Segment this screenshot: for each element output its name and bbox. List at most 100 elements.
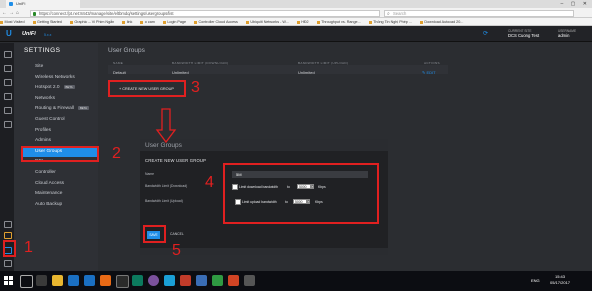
edit-button[interactable]: ✎ EDIT — [422, 70, 436, 75]
sidebar-item-maintenance[interactable]: Maintenance — [21, 189, 97, 200]
clock-time: 15:43 — [555, 274, 566, 279]
sidebar-item-cloud-access[interactable]: Cloud Access — [21, 179, 97, 190]
bookmark-item[interactable]: o cam — [140, 20, 155, 24]
ubiquiti-logo[interactable]: U — [6, 29, 12, 38]
powerpoint-icon[interactable] — [228, 275, 239, 286]
sidebar-item-label: Guest Control — [35, 117, 65, 122]
viber-icon[interactable] — [148, 275, 159, 286]
annotation-box-create-button — [108, 80, 186, 97]
language-indicator[interactable]: ENG — [531, 278, 540, 283]
file-explorer-icon[interactable] — [52, 275, 63, 286]
bookmark-item[interactable]: Login Page — [163, 20, 186, 24]
current-site-selector[interactable]: DCS Cuong Test — [508, 33, 539, 38]
annotation-number-2: 2 — [112, 145, 121, 162]
search-icon: ⌕ — [387, 10, 390, 17]
cell-group-name: Default — [113, 70, 126, 75]
task-view-icon[interactable] — [36, 275, 47, 286]
alerts-icon[interactable] — [4, 221, 12, 228]
statistics-icon[interactable] — [4, 65, 12, 72]
outlook-icon[interactable] — [84, 275, 95, 286]
insights-icon[interactable] — [4, 121, 12, 128]
calculator-icon[interactable] — [116, 275, 129, 288]
sidebar-item-auto-backup[interactable]: Auto Backup — [21, 200, 97, 211]
home-icon[interactable]: ⌂ — [16, 10, 21, 16]
lock-icon — [33, 11, 36, 16]
word-icon[interactable] — [196, 275, 207, 286]
browser-tab[interactable]: UniFi — [6, 0, 80, 8]
down-arrow-shape — [155, 108, 177, 144]
system-clock[interactable]: 15:43 05/17/2017 — [550, 274, 570, 285]
bookmark-item[interactable]: Graphic -- Vi Phim Ngắn — [70, 20, 114, 24]
column-header-download[interactable]: BANDWIDTH LIMIT (DOWNLOAD) — [172, 61, 228, 65]
sidebar-item-label: Wireless Networks — [35, 74, 75, 80]
cell-upload-limit: Unlimited — [298, 70, 315, 75]
unifi-taskbar-icon[interactable] — [244, 275, 255, 286]
excel-icon[interactable] — [212, 275, 223, 286]
window-controls[interactable]: – ▢ ✕ — [561, 0, 590, 8]
bookmark-item[interactable]: Most Visited — [0, 20, 25, 24]
clients-icon[interactable] — [4, 107, 12, 114]
support-icon[interactable] — [4, 260, 12, 267]
sidebar-item-guest-control[interactable]: Guest Control — [21, 115, 97, 126]
cancel-button[interactable]: CANCEL — [170, 232, 184, 236]
browser-titlebar — [0, 0, 592, 8]
autocad-icon[interactable] — [180, 275, 191, 286]
events-icon[interactable] — [4, 232, 12, 239]
sidebar-item-controller[interactable]: Controller — [21, 168, 97, 179]
sidebar-item-site[interactable]: Site — [21, 62, 97, 73]
browser-search-input[interactable]: ⌕ Search — [384, 9, 574, 17]
sidebar-item-wireless-networks[interactable]: Wireless Networks — [21, 73, 97, 84]
nav-buttons[interactable]: ←→⌂ — [2, 8, 21, 18]
bookmark-item[interactable]: Controller Cloud Access — [194, 20, 238, 24]
sidebar-item-networks[interactable]: Networks — [21, 94, 97, 105]
form-title: CREATE NEW USER GROUP — [145, 158, 207, 163]
nav-rail — [0, 43, 14, 271]
sidebar-item-label: Site — [35, 64, 44, 69]
download-limit-label: Bandwidth Limit (Download) — [145, 184, 188, 188]
forward-icon[interactable]: → — [9, 10, 16, 16]
cell-download-limit: Unlimited — [172, 70, 189, 75]
bookmark-item[interactable]: Download Autocad 20... — [420, 20, 463, 24]
dashboard-icon[interactable] — [4, 51, 12, 58]
beta-badge: BETA — [63, 84, 75, 89]
bookmark-item[interactable]: Getting Started — [33, 20, 62, 24]
back-icon[interactable]: ← — [2, 10, 9, 16]
app-icon[interactable] — [132, 275, 143, 286]
annotation-number-4: 4 — [205, 174, 214, 191]
sidebar-item-label: Profiles — [35, 127, 51, 133]
name-label: Name — [145, 172, 155, 176]
sidebar-item-label: Cloud Access — [35, 180, 65, 186]
column-header-name[interactable]: NAME — [113, 61, 123, 65]
annotation-number-1: 1 — [24, 239, 33, 256]
skype-icon[interactable] — [164, 275, 175, 286]
bookmark-item[interactable]: link — [122, 20, 133, 24]
bookmark-item[interactable]: Ubiquiti Networks - W... — [246, 20, 288, 24]
annotation-box-settings — [3, 240, 16, 257]
down-arrow-annotation — [155, 108, 177, 144]
sidebar-item-routing-firewall[interactable]: Routing & Firewall BETA — [21, 104, 97, 115]
bookmark-item[interactable]: Throughput vs. Range... — [317, 20, 361, 24]
devices-icon[interactable] — [4, 93, 12, 100]
table-row[interactable] — [108, 65, 448, 74]
sidebar-item-profiles[interactable]: Profiles — [21, 126, 97, 137]
column-header-upload[interactable]: BANDWIDTH LIMIT (UPLOAD) — [298, 61, 348, 65]
annotation-box-save — [143, 225, 166, 243]
mail-icon[interactable] — [68, 275, 79, 286]
url-text: https://connect.fpt.net:8443/manage/site… — [39, 10, 174, 16]
annotation-number-3: 3 — [191, 79, 200, 96]
cortana-icon[interactable] — [20, 275, 33, 288]
user-menu[interactable]: admin — [558, 33, 569, 38]
bookmark-item[interactable]: Thông Tin Nghị Phép ... — [369, 20, 412, 24]
sidebar-item-label: Admins — [35, 138, 51, 144]
refresh-icon[interactable]: ⟳ — [483, 30, 488, 37]
firefox-icon[interactable] — [100, 275, 111, 286]
address-bar[interactable]: https://connect.fpt.net:8443/manage/site… — [30, 9, 380, 17]
clock-date: 05/17/2017 — [550, 279, 571, 285]
map-icon[interactable] — [4, 79, 12, 86]
windows-start-icon[interactable] — [4, 276, 14, 286]
sidebar-item-label: Routing & Firewall — [35, 106, 74, 112]
brand-name: UniFi — [22, 31, 36, 37]
sidebar-item-hotspot-2-0[interactable]: Hotspot 2.0 BETA — [21, 83, 97, 94]
bookmark-item[interactable]: HĐ2 — [297, 20, 308, 24]
annotation-number-5: 5 — [172, 242, 181, 259]
